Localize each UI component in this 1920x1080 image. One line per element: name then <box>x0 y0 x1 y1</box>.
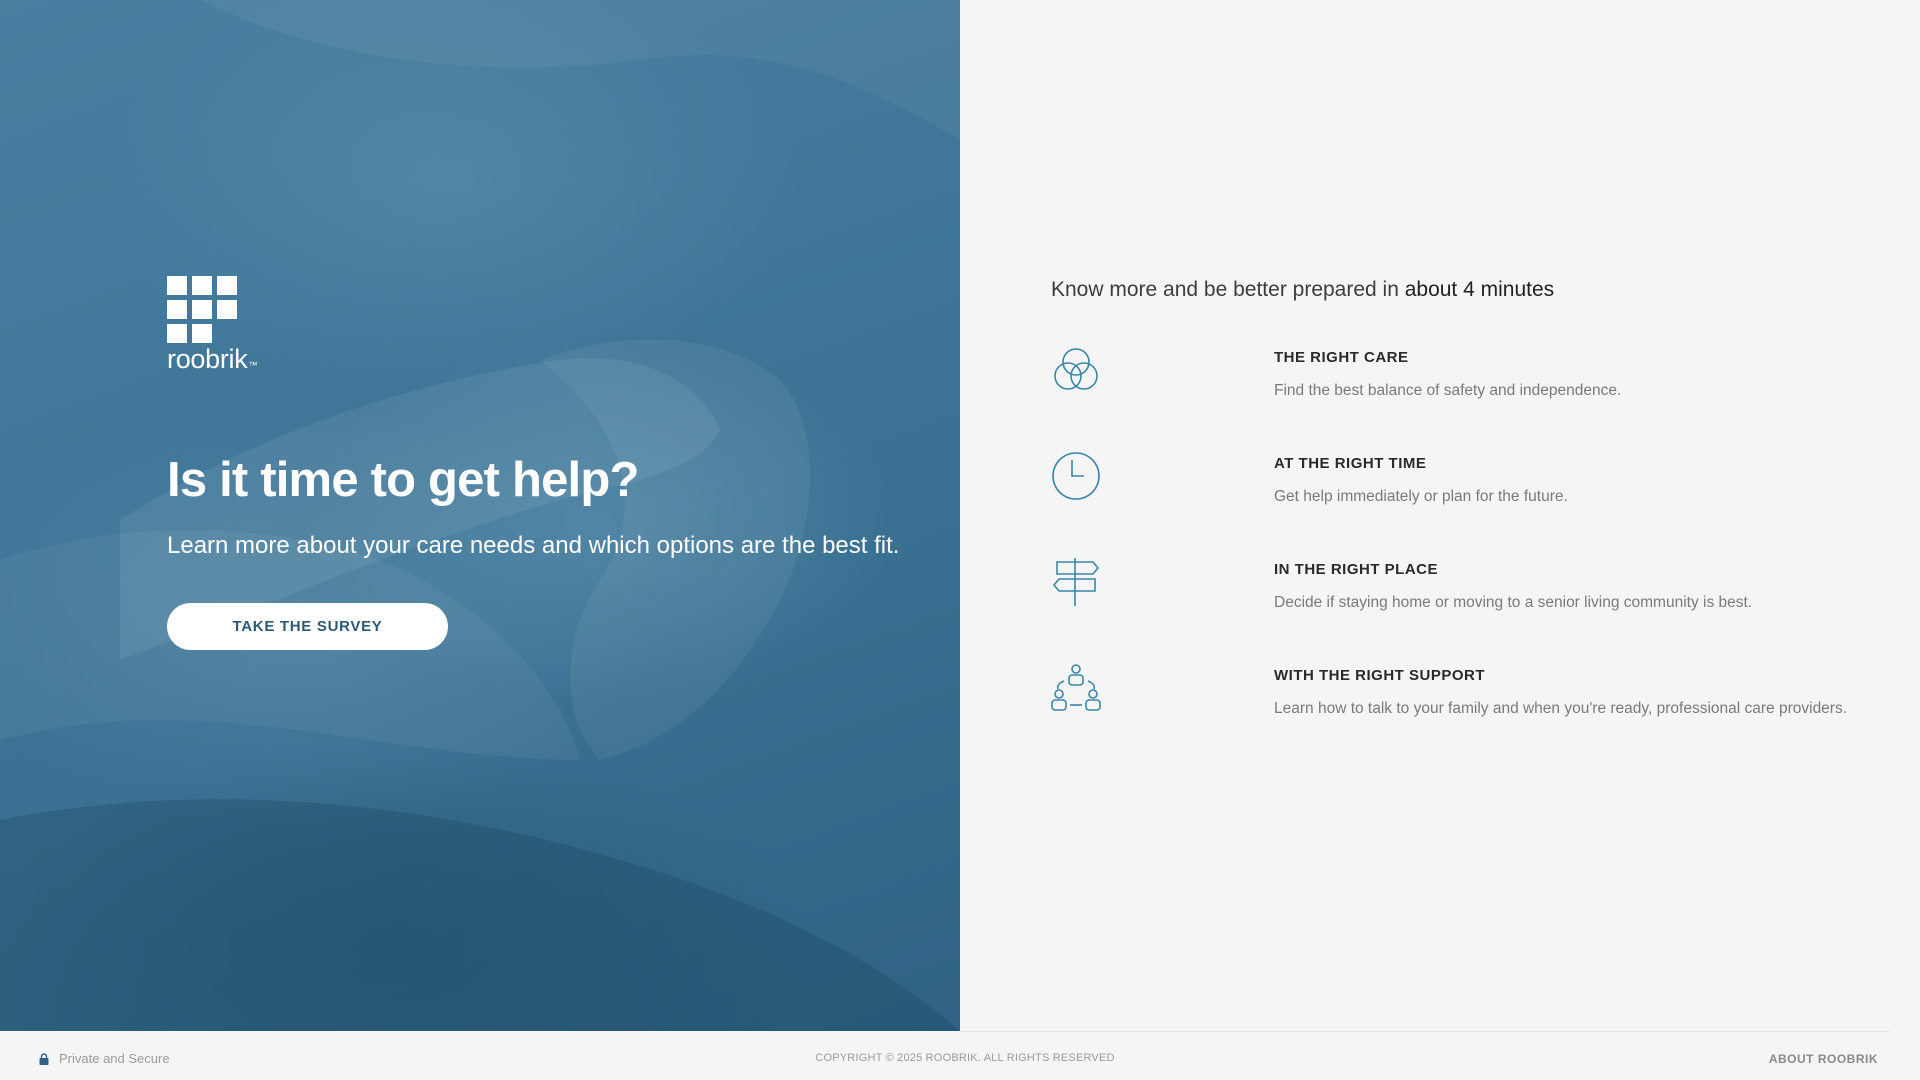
copyright-text: COPYRIGHT © 2025 ROOBRIK. ALL RIGHTS RES… <box>815 1052 1115 1064</box>
feature-title: THE RIGHT CARE <box>1274 349 1409 366</box>
footer: Private and Secure COPYRIGHT © 2025 ROOB… <box>0 1031 1920 1080</box>
info-panel: Know more and be better prepared in abou… <box>960 0 1920 1031</box>
hero-background-image <box>0 0 960 1031</box>
feature-right-care: THE RIGHT CARE Find the best balance of … <box>1051 345 1871 417</box>
about-roobrik-link[interactable]: ABOUT ROOBRIK <box>1769 1052 1878 1066</box>
signpost-icon <box>1052 558 1100 606</box>
feature-title: WITH THE RIGHT SUPPORT <box>1274 667 1485 684</box>
feature-description: Learn how to talk to your family and whe… <box>1274 700 1848 717</box>
feature-description: Find the best balance of safety and inde… <box>1274 382 1622 399</box>
feature-right-support: WITH THE RIGHT SUPPORT Learn how to talk… <box>1051 663 1871 735</box>
intro-text: Know more and be better prepared in abou… <box>1051 278 1555 301</box>
feature-right-place: IN THE RIGHT PLACE Decide if staying hom… <box>1051 557 1871 629</box>
hero-title: Is it time to get help? <box>167 453 639 507</box>
logo-grid-icon <box>167 276 238 343</box>
venn-circles-icon <box>1054 348 1098 390</box>
feature-right-time: AT THE RIGHT TIME Get help immediately o… <box>1051 451 1871 523</box>
feature-title: AT THE RIGHT TIME <box>1274 455 1427 472</box>
roobrik-logo[interactable]: roobrik™ <box>167 276 257 375</box>
intro-emphasis: about 4 minutes <box>1404 278 1555 301</box>
hero-section: roobrik™ Is it time to get help? Learn m… <box>0 0 960 1031</box>
feature-description: Decide if staying home or moving to a se… <box>1274 594 1753 611</box>
clock-icon <box>1052 452 1100 500</box>
logo-wordmark: roobrik™ <box>167 344 258 374</box>
people-network-icon <box>1051 664 1101 711</box>
feature-description: Get help immediately or plan for the fut… <box>1274 488 1568 505</box>
take-survey-button[interactable]: TAKE THE SURVEY <box>167 603 448 650</box>
hero-subtitle: Learn more about your care needs and whi… <box>167 532 900 559</box>
feature-title: IN THE RIGHT PLACE <box>1274 561 1439 578</box>
footer-divider <box>960 1031 1890 1032</box>
